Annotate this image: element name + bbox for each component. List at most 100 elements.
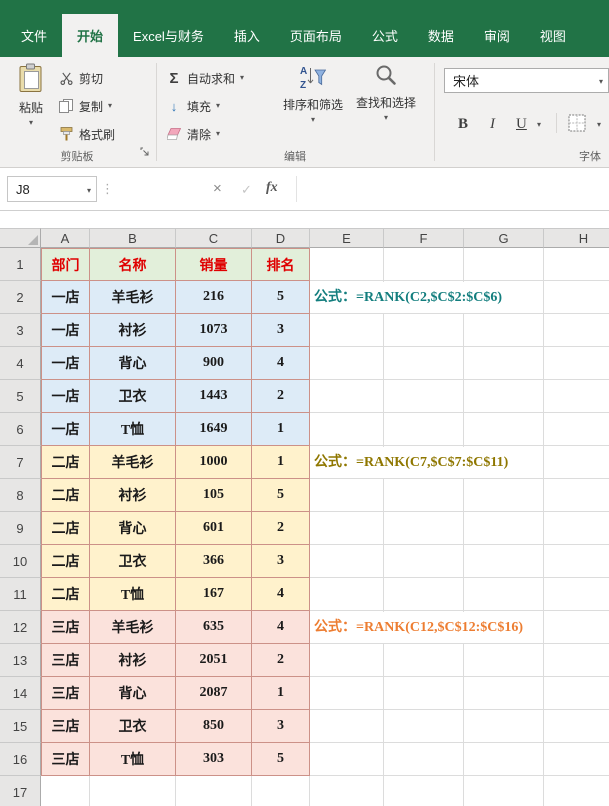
- ribbon-tab-页面布局[interactable]: 页面布局: [275, 14, 357, 57]
- row-header-16[interactable]: 16: [0, 743, 41, 776]
- row-header-7[interactable]: 7: [0, 446, 41, 479]
- cell-A11[interactable]: 二店: [41, 578, 90, 611]
- cell-D4[interactable]: 4: [252, 347, 310, 380]
- cell-D10[interactable]: 3: [252, 545, 310, 578]
- cell-D1[interactable]: 排名: [252, 248, 310, 281]
- cell-H14[interactable]: [544, 677, 609, 710]
- cell-C1[interactable]: 销量: [176, 248, 252, 281]
- row-header-15[interactable]: 15: [0, 710, 41, 743]
- column-header-E[interactable]: E: [310, 228, 384, 248]
- cell-H15[interactable]: [544, 710, 609, 743]
- cell-H12[interactable]: [544, 611, 609, 644]
- name-box[interactable]: J8 ▾: [7, 176, 97, 202]
- cell-H4[interactable]: [544, 347, 609, 380]
- cell-B13[interactable]: 衬衫: [90, 644, 176, 677]
- cell-A7[interactable]: 二店: [41, 446, 90, 479]
- cell-A12[interactable]: 三店: [41, 611, 90, 644]
- cell-D14[interactable]: 1: [252, 677, 310, 710]
- cell-A17[interactable]: [41, 776, 90, 806]
- cell-E16[interactable]: [310, 743, 384, 776]
- paste-button[interactable]: 粘贴 ▾: [8, 63, 54, 127]
- cell-D13[interactable]: 2: [252, 644, 310, 677]
- sort-filter-button[interactable]: AZ 排序和筛选 ▾: [279, 63, 347, 124]
- cell-A9[interactable]: 二店: [41, 512, 90, 545]
- cell-C3[interactable]: 1073: [176, 314, 252, 347]
- cell-F16[interactable]: [384, 743, 464, 776]
- cell-F1[interactable]: [384, 248, 464, 281]
- cell-A15[interactable]: 三店: [41, 710, 90, 743]
- cell-A10[interactable]: 二店: [41, 545, 90, 578]
- row-header-3[interactable]: 3: [0, 314, 41, 347]
- cell-D15[interactable]: 3: [252, 710, 310, 743]
- row-header-8[interactable]: 8: [0, 479, 41, 512]
- cell-E3[interactable]: [310, 314, 384, 347]
- column-header-B[interactable]: B: [90, 228, 176, 248]
- cell-C14[interactable]: 2087: [176, 677, 252, 710]
- cell-H2[interactable]: [544, 281, 609, 314]
- row-header-6[interactable]: 6: [0, 413, 41, 446]
- row-header-10[interactable]: 10: [0, 545, 41, 578]
- italic-button[interactable]: I: [490, 112, 495, 136]
- cell-B14[interactable]: 背心: [90, 677, 176, 710]
- cell-H8[interactable]: [544, 479, 609, 512]
- cell-C8[interactable]: 105: [176, 479, 252, 512]
- cell-F8[interactable]: [384, 479, 464, 512]
- cell-C17[interactable]: [176, 776, 252, 806]
- cell-G10[interactable]: [464, 545, 544, 578]
- cell-A1[interactable]: 部门: [41, 248, 90, 281]
- cell-A2[interactable]: 一店: [41, 281, 90, 314]
- column-header-A[interactable]: A: [41, 228, 90, 248]
- cell-D12[interactable]: 4: [252, 611, 310, 644]
- cell-F15[interactable]: [384, 710, 464, 743]
- copy-button[interactable]: 复制 ▾: [58, 94, 112, 118]
- row-header-13[interactable]: 13: [0, 644, 41, 677]
- cell-B3[interactable]: 衬衫: [90, 314, 176, 347]
- cell-D17[interactable]: [252, 776, 310, 806]
- cell-G17[interactable]: [464, 776, 544, 806]
- cell-D9[interactable]: 2: [252, 512, 310, 545]
- enter-button[interactable]: ✓: [241, 182, 252, 198]
- cell-H16[interactable]: [544, 743, 609, 776]
- cell-B15[interactable]: 卫衣: [90, 710, 176, 743]
- cell-D3[interactable]: 3: [252, 314, 310, 347]
- row-header-17[interactable]: 17: [0, 776, 41, 806]
- cell-C10[interactable]: 366: [176, 545, 252, 578]
- cell-C13[interactable]: 2051: [176, 644, 252, 677]
- cell-F4[interactable]: [384, 347, 464, 380]
- clear-button[interactable]: 清除 ▾: [166, 122, 220, 146]
- column-header-H[interactable]: H: [544, 228, 609, 248]
- cell-H6[interactable]: [544, 413, 609, 446]
- cell-G8[interactable]: [464, 479, 544, 512]
- cancel-button[interactable]: ×: [213, 180, 222, 197]
- row-header-14[interactable]: 14: [0, 677, 41, 710]
- cell-E9[interactable]: [310, 512, 384, 545]
- cell-C12[interactable]: 635: [176, 611, 252, 644]
- cell-E17[interactable]: [310, 776, 384, 806]
- cell-H11[interactable]: [544, 578, 609, 611]
- clipboard-dialog-launcher-icon[interactable]: [140, 144, 150, 162]
- ribbon-tab-文件[interactable]: 文件: [6, 14, 62, 57]
- formula-bar-splitter[interactable]: ⋮: [101, 181, 114, 197]
- cell-G11[interactable]: [464, 578, 544, 611]
- cell-D2[interactable]: 5: [252, 281, 310, 314]
- cell-B5[interactable]: 卫衣: [90, 380, 176, 413]
- ribbon-tab-公式[interactable]: 公式: [357, 14, 413, 57]
- cell-C15[interactable]: 850: [176, 710, 252, 743]
- cell-H17[interactable]: [544, 776, 609, 806]
- cell-F13[interactable]: [384, 644, 464, 677]
- cell-H9[interactable]: [544, 512, 609, 545]
- cell-C11[interactable]: 167: [176, 578, 252, 611]
- column-header-D[interactable]: D: [252, 228, 310, 248]
- cell-F6[interactable]: [384, 413, 464, 446]
- cell-C2[interactable]: 216: [176, 281, 252, 314]
- cell-H3[interactable]: [544, 314, 609, 347]
- cell-B8[interactable]: 衬衫: [90, 479, 176, 512]
- cell-G13[interactable]: [464, 644, 544, 677]
- column-header-G[interactable]: G: [464, 228, 544, 248]
- row-header-9[interactable]: 9: [0, 512, 41, 545]
- ribbon-tab-视图[interactable]: 视图: [525, 14, 581, 57]
- cell-G3[interactable]: [464, 314, 544, 347]
- cell-F17[interactable]: [384, 776, 464, 806]
- row-header-4[interactable]: 4: [0, 347, 41, 380]
- cell-B6[interactable]: T恤: [90, 413, 176, 446]
